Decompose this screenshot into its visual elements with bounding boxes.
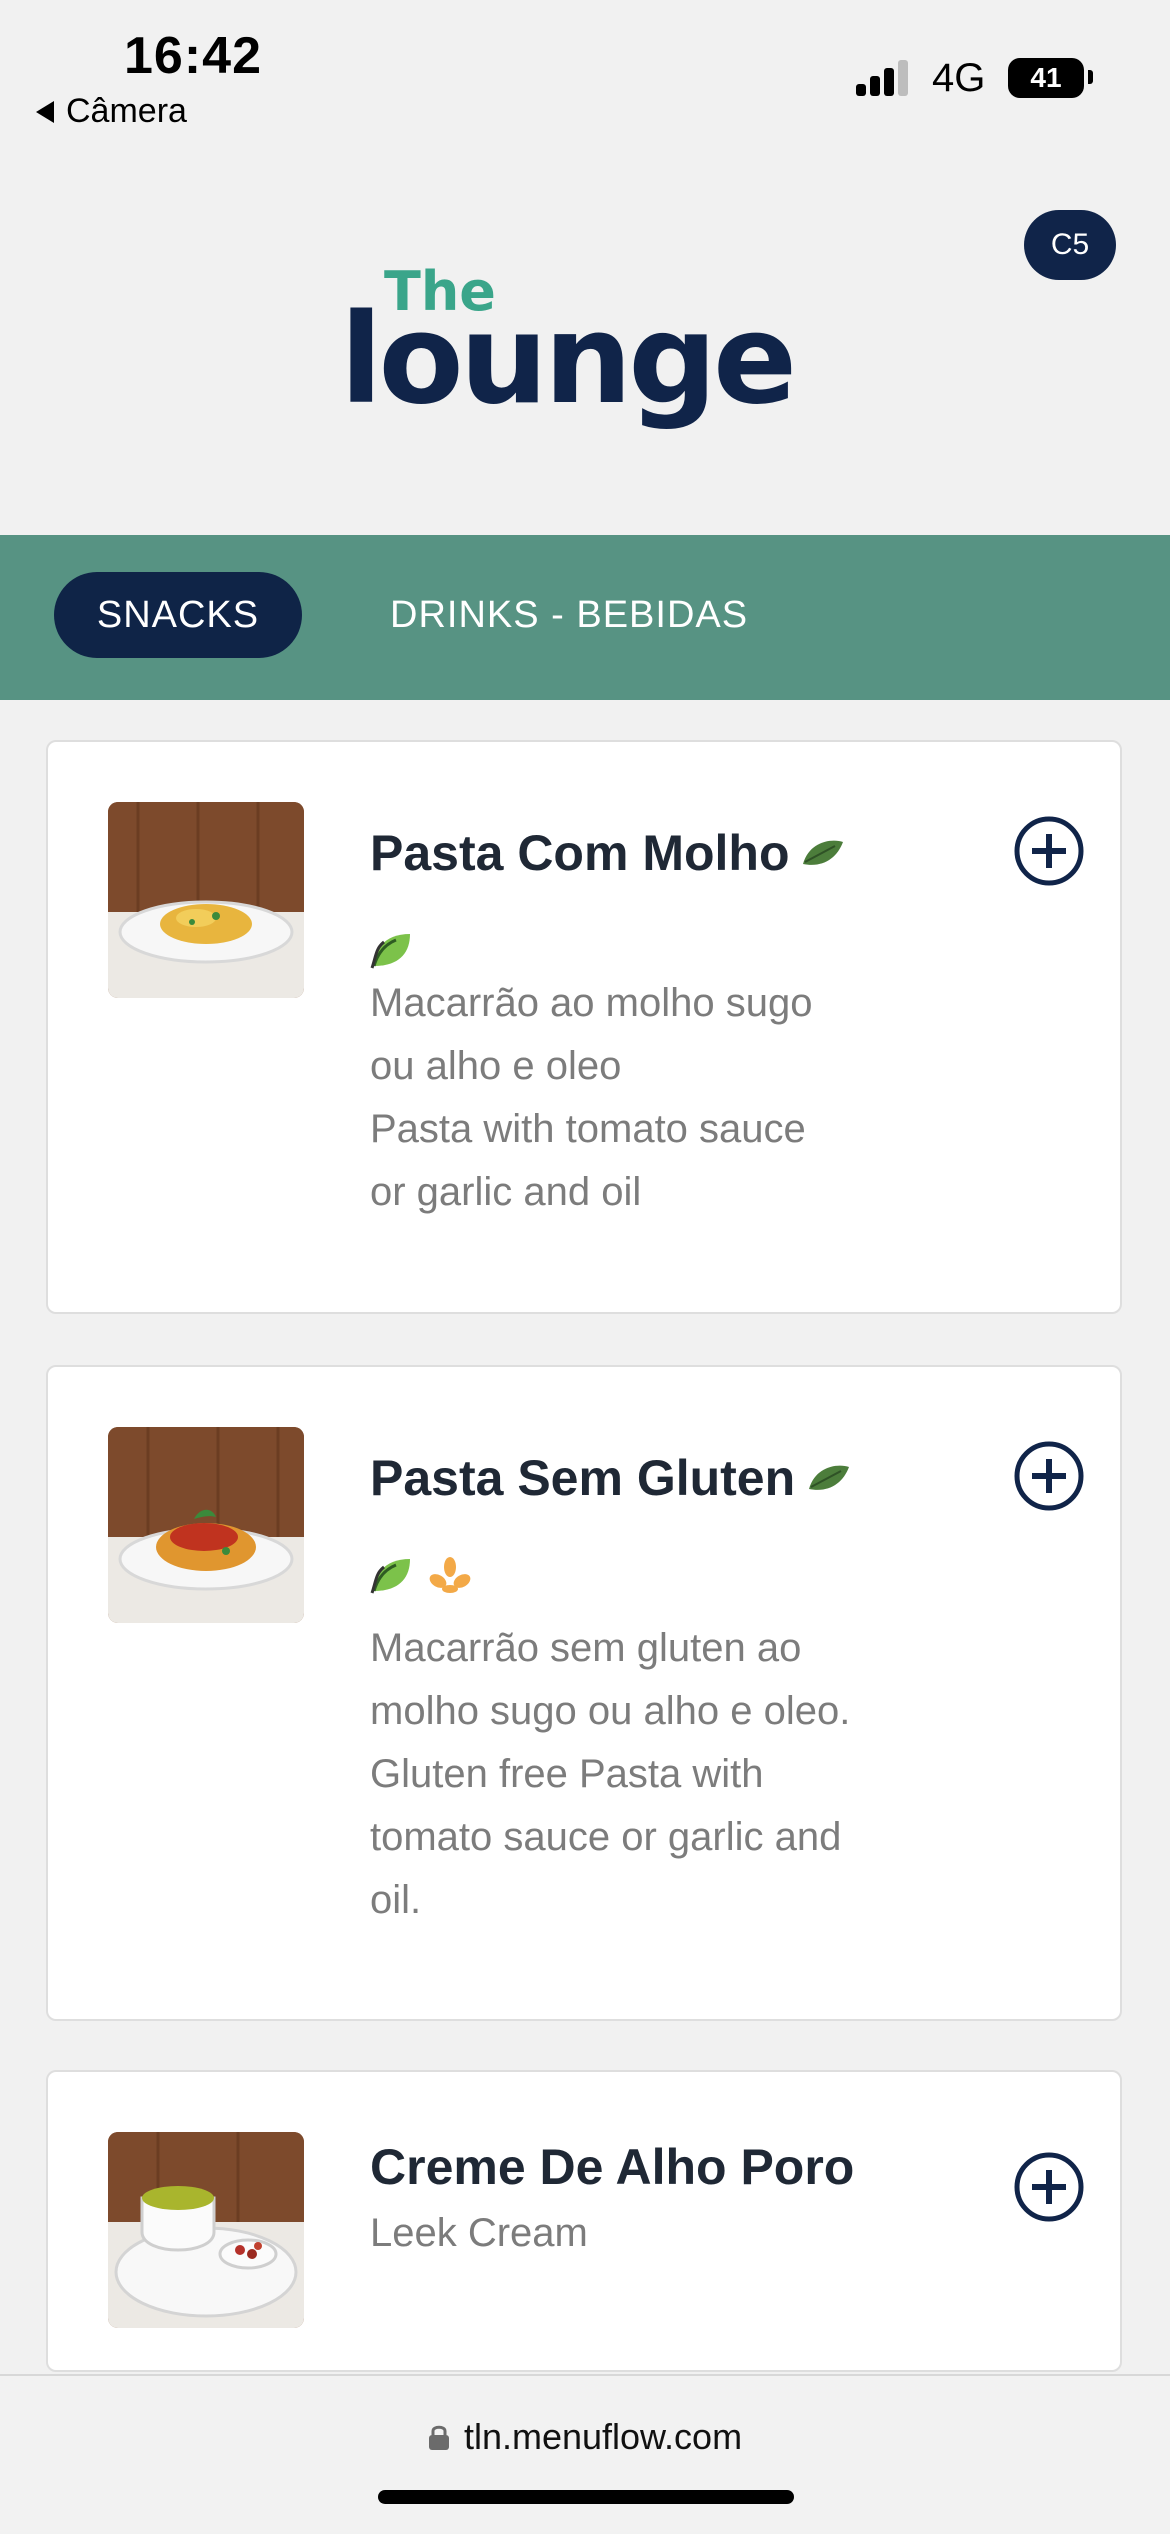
address-bar[interactable]: tln.menuflow.com <box>0 2416 1170 2458</box>
item-photo <box>108 2132 304 2328</box>
item-badges <box>370 1555 472 1600</box>
add-item-button[interactable] <box>1014 816 1084 886</box>
logo-bottom-text: lounge <box>340 288 793 432</box>
tab-drinks-bebidas[interactable]: DRINKS - BEBIDAS <box>390 572 748 658</box>
status-bar: 16:42 Câmera 4G 41 <box>0 0 1170 140</box>
item-photo <box>108 1427 304 1623</box>
item-title: Pasta Com Molho <box>370 824 845 882</box>
back-arrow-icon <box>36 100 54 123</box>
leaf-icon <box>370 1555 414 1600</box>
the-lounge-logo: The lounge <box>340 266 797 432</box>
add-item-button[interactable] <box>1014 2152 1084 2222</box>
tab-snacks[interactable]: SNACKS <box>54 572 302 658</box>
leaf-icon <box>370 930 414 975</box>
menu-item-card[interactable]: Pasta Sem Gluten Macarrão sem gluten ao … <box>46 1365 1122 2021</box>
lock-icon <box>428 2425 449 2450</box>
back-to-camera-link[interactable]: Câmera <box>36 92 187 131</box>
cellular-signal-icon <box>856 60 916 96</box>
menu-item-card[interactable]: Pasta Com Molho Macarrão ao molho sugo o… <box>46 740 1122 1314</box>
battery-tip <box>1088 70 1093 84</box>
url-text: tln.menuflow.com <box>463 2416 743 2457</box>
item-description: Leek Cream <box>370 2211 588 2255</box>
menu-item-card[interactable]: Creme De Alho Poro Leek Cream <box>46 2070 1122 2372</box>
item-title: Creme De Alho Poro <box>370 2139 855 2195</box>
category-bar: SNACKS DRINKS - BEBIDAS <box>0 535 1170 700</box>
item-title: Pasta Sem Gluten <box>370 1449 851 1507</box>
back-label: Câmera <box>66 92 187 130</box>
network-type: 4G <box>932 56 986 100</box>
item-description: Macarrão sem gluten ao molho sugo ou alh… <box>370 1626 851 1922</box>
item-photo <box>108 802 304 998</box>
home-indicator[interactable] <box>378 2490 794 2504</box>
status-time: 16:42 <box>124 27 262 85</box>
add-item-button[interactable] <box>1014 1441 1084 1511</box>
wheat-icon <box>428 1555 472 1600</box>
leaf-icon <box>805 1449 851 1507</box>
battery-icon: 41 <box>1008 58 1084 98</box>
item-description: Macarrão ao molho sugo ou alho e oleo Pa… <box>370 981 813 1214</box>
browser-bottom-bar: tln.menuflow.com <box>0 2374 1170 2534</box>
table-badge[interactable]: C5 <box>1024 210 1116 280</box>
item-badges <box>370 930 414 975</box>
leaf-icon <box>799 824 845 882</box>
